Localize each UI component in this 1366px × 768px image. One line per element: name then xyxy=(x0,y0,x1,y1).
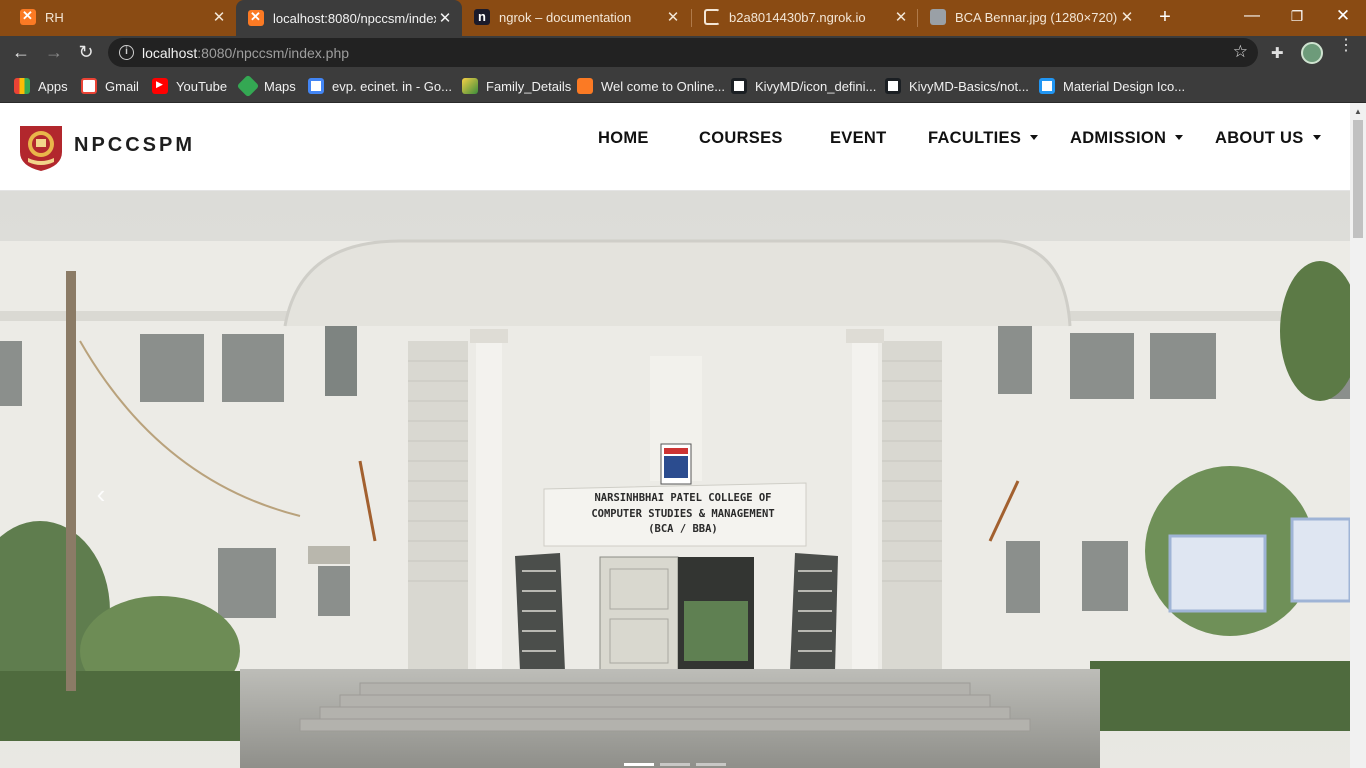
tab-ngrok-io[interactable]: b2a8014430b7.ngrok.io ✕ xyxy=(692,0,918,34)
college-building-image xyxy=(0,191,1350,768)
github-icon xyxy=(885,78,901,94)
nav-about-label: ABOUT US xyxy=(1215,129,1304,147)
bookmark-label: Material Design Ico... xyxy=(1063,78,1186,94)
globe-icon xyxy=(930,9,946,25)
carousel-prev-icon[interactable]: ‹ xyxy=(88,481,114,507)
web-page: NPCCSPM HOME COURSES EVENT FACULTIES ADM… xyxy=(0,103,1350,768)
material-design-icon xyxy=(1039,78,1055,94)
apps-icon xyxy=(14,78,30,94)
bookmark-label: KivyMD-Basics/not... xyxy=(909,78,1029,94)
nav-event[interactable]: EVENT xyxy=(830,129,887,148)
bookmark-apps[interactable]: Apps xyxy=(14,77,68,95)
bookmark-online[interactable]: Wel come to Online... xyxy=(577,77,725,95)
tab-ngrok-docs[interactable]: n ngrok – documentation ✕ xyxy=(462,0,690,34)
tab-title: RH xyxy=(45,9,64,25)
close-icon[interactable]: ✕ xyxy=(892,8,910,26)
browser-toolbar: ← → ↻ i localhost:8080/npccsm/index.php … xyxy=(0,36,1366,69)
bookmark-kivymd-basics[interactable]: KivyMD-Basics/not... xyxy=(885,77,1029,95)
scroll-up-icon[interactable]: ▲ xyxy=(1354,107,1362,116)
page-scrollbar[interactable]: ▲ xyxy=(1350,103,1366,768)
college-sign-text: NARSINHBHAI PATEL COLLEGE OF COMPUTER ST… xyxy=(591,492,775,535)
address-bar[interactable]: i localhost:8080/npccsm/index.php ☆ xyxy=(108,38,1258,67)
bookmark-material-design[interactable]: Material Design Ico... xyxy=(1039,77,1185,95)
window-close-icon[interactable]: ✕ xyxy=(1331,5,1355,27)
reload-icon[interactable]: ↻ xyxy=(74,40,98,64)
bookmark-label: YouTube xyxy=(176,78,228,94)
bookmark-family[interactable]: Family_Details xyxy=(462,77,571,95)
scrollbar-thumb[interactable] xyxy=(1353,120,1363,238)
bookmark-label: evp. ecinet. in - Go... xyxy=(332,78,452,94)
close-icon[interactable]: ✕ xyxy=(436,9,454,27)
browser-tab-strip: RH ✕ localhost:8080/npccsm/index.php ✕ n… xyxy=(0,0,1366,36)
hero-carousel: NARSINHBHAI PATEL COLLEGE OF COMPUTER ST… xyxy=(0,191,1350,768)
loading-icon xyxy=(704,9,720,25)
site-navbar: NPCCSPM HOME COURSES EVENT FACULTIES ADM… xyxy=(0,103,1350,191)
caret-down-icon xyxy=(1030,135,1039,140)
carousel-indicators xyxy=(0,763,1350,768)
bookmark-star-icon[interactable]: ☆ xyxy=(1233,42,1248,62)
bookmark-label: Wel come to Online... xyxy=(601,78,726,94)
caret-down-icon xyxy=(1312,135,1321,140)
tab-localhost[interactable]: localhost:8080/npccsm/index.php ✕ xyxy=(236,0,462,36)
xampp-icon xyxy=(577,78,593,94)
tab-title: localhost:8080/npccsm/index.php xyxy=(273,10,436,26)
url-path: :8080/npccsm/index.php xyxy=(197,45,350,61)
forward-icon[interactable]: → xyxy=(42,40,66,64)
bookmark-label: Gmail xyxy=(105,78,139,94)
xampp-icon xyxy=(248,9,264,26)
xampp-icon xyxy=(20,8,36,25)
url-host: localhost xyxy=(142,45,198,61)
profile-avatar[interactable] xyxy=(1301,42,1323,64)
bookmark-youtube[interactable]: YouTube xyxy=(152,77,227,95)
restore-icon[interactable]: ❐ xyxy=(1285,5,1309,27)
tab-title: BCA Bennar.jpg (1280×720) xyxy=(955,9,1118,25)
minimize-icon[interactable]: — xyxy=(1240,5,1264,27)
new-tab-button[interactable]: + xyxy=(1155,6,1175,28)
nav-about-us[interactable]: ABOUT US xyxy=(1215,129,1321,148)
caret-down-icon xyxy=(1175,135,1184,140)
extensions-icon[interactable]: ✚ xyxy=(1271,44,1284,62)
nav-faculties[interactable]: FACULTIES xyxy=(928,129,1039,148)
bookmark-label: Family_Details xyxy=(486,78,572,94)
youtube-icon xyxy=(152,78,168,94)
github-icon xyxy=(731,78,747,94)
bookmark-label: KivyMD/icon_defini... xyxy=(755,78,877,94)
nav-courses[interactable]: COURSES xyxy=(699,129,783,148)
bookmark-evp[interactable]: evp. ecinet. in - Go... xyxy=(308,77,452,95)
site-info-icon[interactable]: i xyxy=(119,45,134,60)
close-icon[interactable]: ✕ xyxy=(664,8,682,26)
tab-rh[interactable]: RH ✕ xyxy=(8,0,236,34)
menu-kebab-icon[interactable]: ⋮ xyxy=(1338,38,1354,54)
family-icon xyxy=(462,78,478,94)
gmail-icon xyxy=(81,78,97,94)
tab-bca-banner[interactable]: BCA Bennar.jpg (1280×720) ✕ xyxy=(918,0,1144,34)
bookmark-gmail[interactable]: Gmail xyxy=(81,77,139,95)
google-icon xyxy=(308,78,324,94)
site-brand[interactable]: NPCCSPM xyxy=(74,134,195,157)
bookmarks-bar: Apps Gmail YouTube Maps evp. ecinet. in … xyxy=(0,69,1366,103)
address-url[interactable]: localhost:8080/npccsm/index.php xyxy=(142,45,349,61)
carousel-indicator[interactable] xyxy=(696,763,726,766)
carousel-indicator[interactable] xyxy=(624,763,654,766)
nav-faculties-label: FACULTIES xyxy=(928,129,1022,147)
bookmark-label: Apps xyxy=(38,78,68,94)
bookmark-kivymd-icons[interactable]: KivyMD/icon_defini... xyxy=(731,77,876,95)
ngrok-icon: n xyxy=(474,9,490,25)
bookmark-label: Maps xyxy=(264,78,296,94)
tab-title: b2a8014430b7.ngrok.io xyxy=(729,9,866,25)
carousel-indicator[interactable] xyxy=(660,763,690,766)
nav-admission[interactable]: ADMISSION xyxy=(1070,129,1184,148)
tab-title: ngrok – documentation xyxy=(499,9,632,25)
nav-admission-label: ADMISSION xyxy=(1070,129,1167,147)
close-icon[interactable]: ✕ xyxy=(210,8,228,26)
nav-home[interactable]: HOME xyxy=(598,129,649,148)
maps-icon xyxy=(236,74,260,98)
bookmark-maps[interactable]: Maps xyxy=(236,74,296,98)
college-logo[interactable] xyxy=(16,122,66,172)
close-icon[interactable]: ✕ xyxy=(1118,8,1136,26)
back-icon[interactable]: ← xyxy=(9,40,33,64)
